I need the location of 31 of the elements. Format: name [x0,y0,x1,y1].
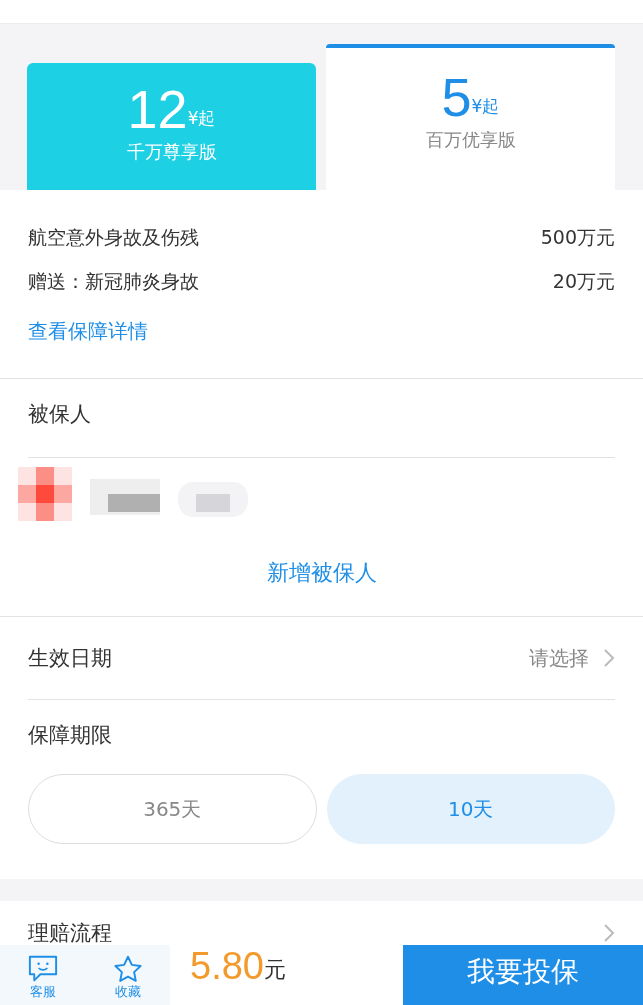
chevron-icon [603,648,615,668]
plan-name: 千万尊享版 [126,139,217,164]
row-value: 请选择 [529,644,589,672]
action-button[interactable]: 客服 [27,955,58,1005]
price-unit: ¥起 [471,96,500,116]
coverage-label: 赠送：新冠肺炎身故 [28,269,199,294]
star-icon [112,955,143,983]
section-title: 被保人 [28,401,91,428]
term-option[interactable]: 365天 [28,774,317,844]
plan-price: 12 [127,81,188,136]
coverage-amount: 500万元 [540,225,615,250]
action-button[interactable]: 收藏 [112,955,143,1005]
details-link[interactable]: 查看保障详情 [28,317,148,345]
price: 5.80 [190,947,264,985]
row-label: 理赔流程 [28,920,112,947]
coverage-label: 航空意外身故及伤残 [28,225,199,250]
section-title: 保障期限 [28,722,112,749]
row-label: 生效日期 [28,645,112,672]
chevron-icon [603,923,615,943]
plan-name: 百万优享版 [425,128,516,152]
add-insured-link[interactable]: 新增被保人 [266,558,377,588]
currency: 元 [263,956,286,984]
plan-price: 5 [441,70,472,124]
effective-date-row[interactable]: 生效日期 请选择 [28,617,615,700]
term-option[interactable]: 10天 [326,774,615,844]
coverage-amount: 20万元 [552,269,615,294]
plan-tab[interactable]: 12¥起 千万尊享版 [27,63,316,190]
chat-icon [27,955,58,983]
plan-tab[interactable]: 5¥起 百万优享版 [326,44,615,190]
buy-button[interactable]: 我要投保 [403,945,643,1005]
price-unit: ¥起 [187,107,216,130]
